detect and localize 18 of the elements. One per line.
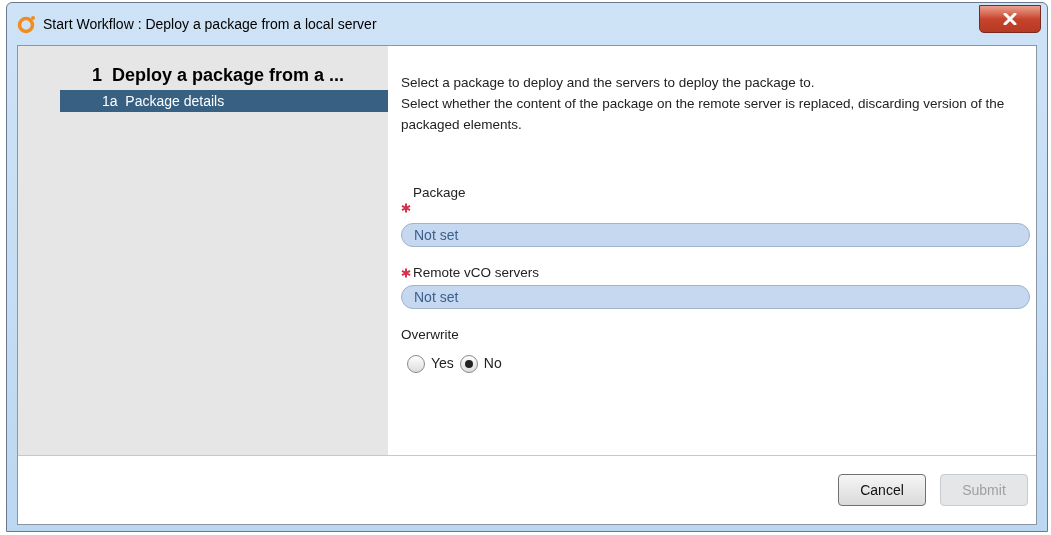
wizard-substep[interactable]: 1a Package details [60, 90, 388, 112]
close-icon [1003, 13, 1017, 25]
radio-label[interactable]: No [483, 353, 502, 374]
field-label: Package [413, 184, 466, 202]
radio-label[interactable]: Yes [431, 353, 454, 374]
field-label: Remote vCO servers [413, 263, 540, 282]
app-logo-icon [17, 14, 37, 34]
window-title: Start Workflow : Deploy a package from a local server [43, 14, 377, 34]
wizard-step[interactable]: 1 Deploy a package from a ... [60, 60, 388, 90]
close-button[interactable] [979, 5, 1041, 33]
description-text: Select a package to deploy and the servers to deploy the package to. [401, 74, 816, 92]
field-label: Overwrite [401, 325, 459, 344]
description-text: Select whether the content of the package on the remote server is replaced, discarding version of the packaged elements. [401, 95, 1006, 134]
radio-button[interactable] [459, 354, 478, 373]
dialog-button[interactable]: Cancel [838, 474, 926, 506]
radio-button[interactable] [407, 354, 425, 373]
value-field[interactable]: Not set [401, 223, 1030, 247]
value-field[interactable]: Not set [401, 285, 1030, 309]
